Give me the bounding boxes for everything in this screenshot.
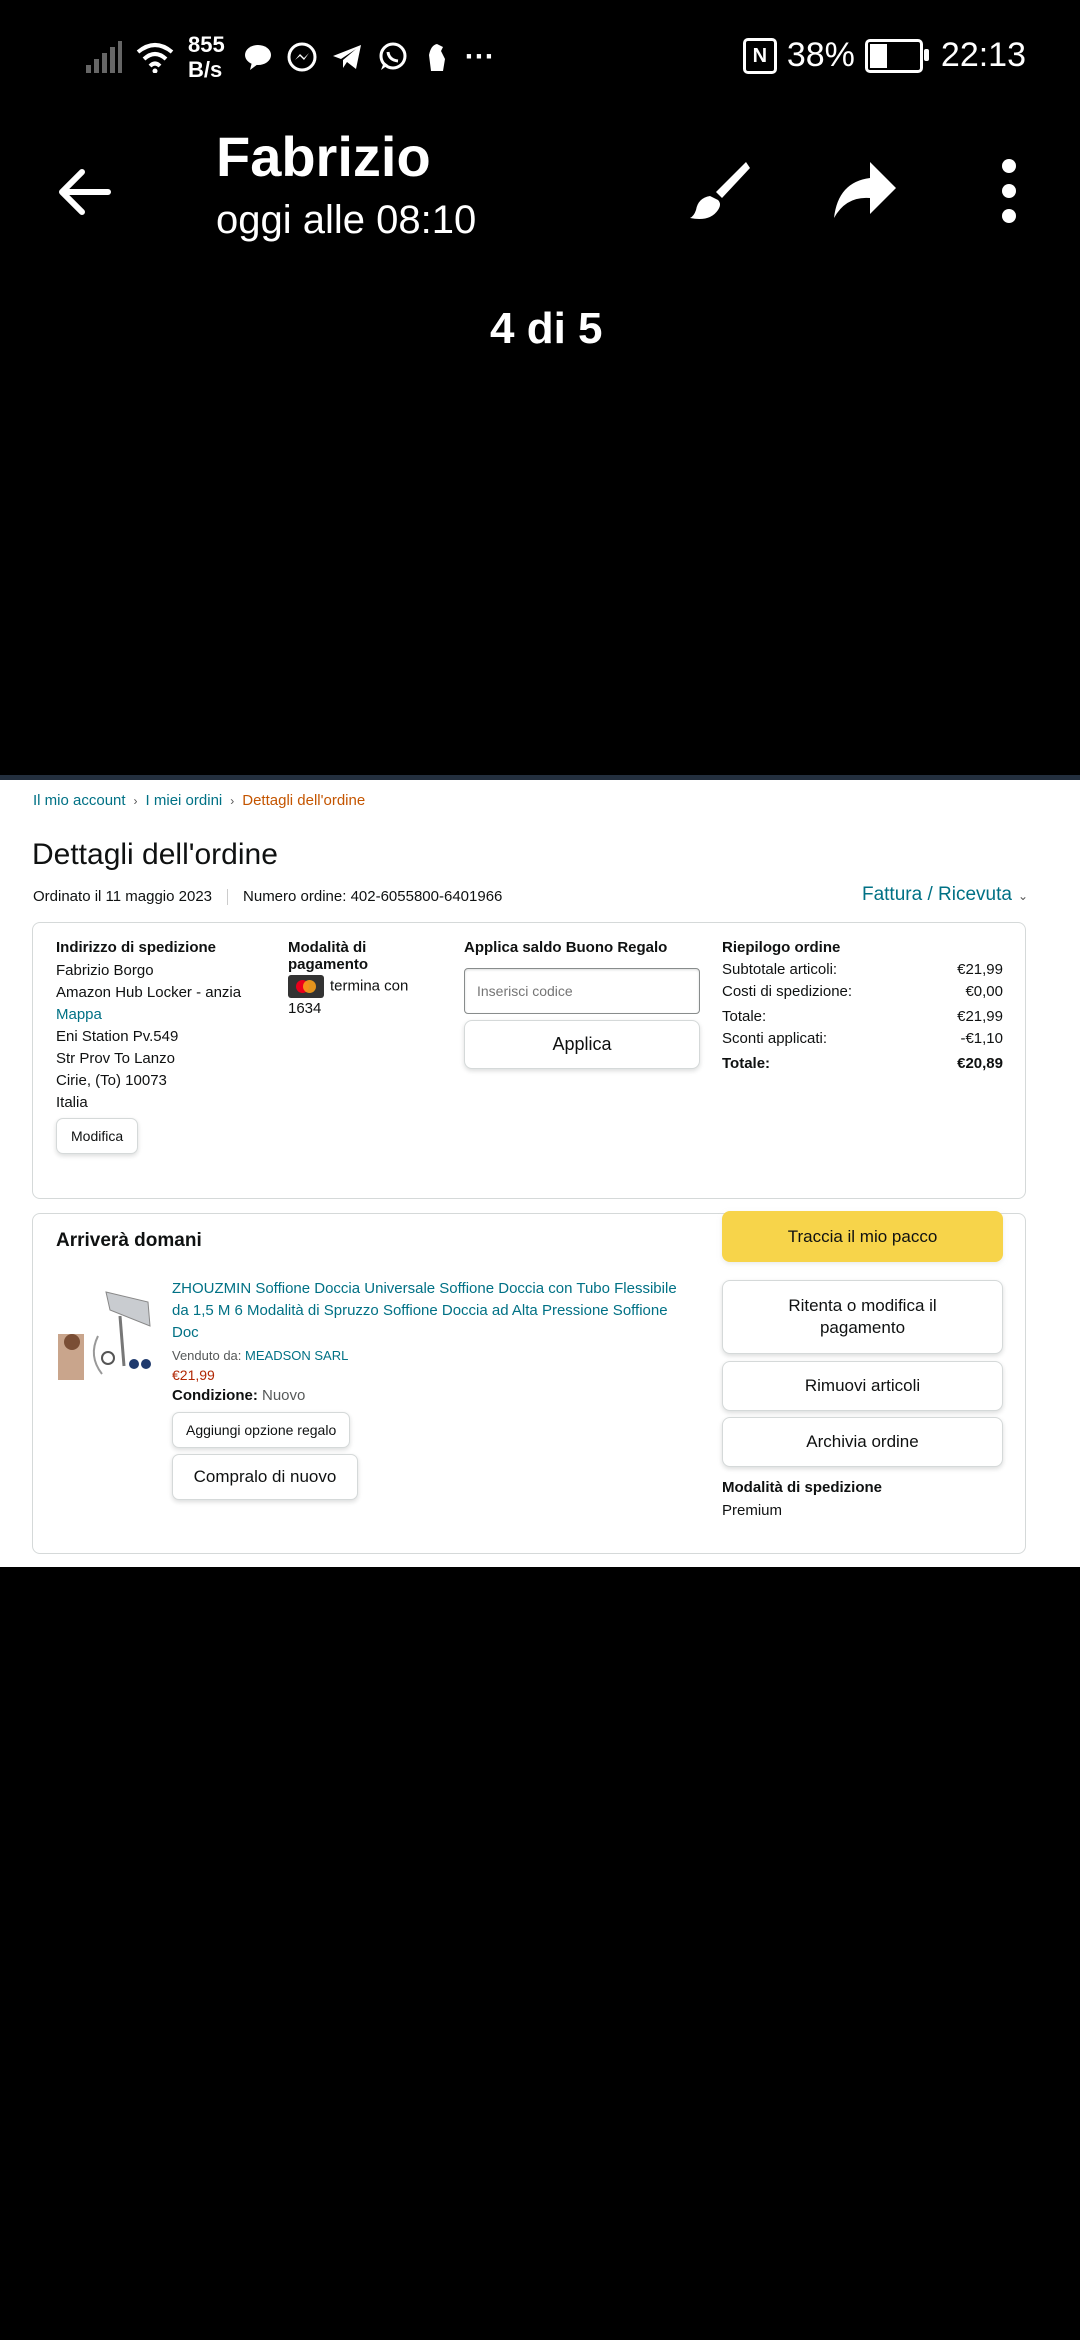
share-icon[interactable] [832, 160, 898, 220]
apply-gift-button[interactable]: Applica [464, 1020, 700, 1069]
summary-label: Subtotale articoli: [722, 961, 838, 978]
gift-card-section: Applica saldo Buono Regalo Applica [464, 939, 700, 1069]
shipping-line1: Eni Station Pv.549 [56, 1028, 179, 1045]
shipping-line3: Cirie, (To) 10073 [56, 1072, 167, 1089]
order-date: Ordinato il 11 maggio 2023 [33, 888, 213, 905]
chevron-down-icon: ⌄ [1017, 889, 1028, 903]
product-condition: Condizione: Nuovo [172, 1387, 692, 1404]
network-speed-value: 855 [188, 32, 225, 57]
breadcrumb-current: Dettagli dell'ordine [242, 792, 366, 809]
seller-link[interactable]: MEADSON SARL [245, 1348, 348, 1363]
summary-row-subtotal: Subtotale articoli: €21,99 [722, 959, 1003, 981]
summary-row-shipping: Costi di spedizione: €0,00 [722, 981, 1003, 1003]
summary-value: €21,99 [957, 961, 1003, 978]
invoice-link[interactable]: Fattura / Ricevuta ⌄ [862, 884, 1028, 906]
wifi-icon [136, 41, 174, 73]
arrival-heading: Arriverà domani [56, 1230, 202, 1251]
retry-payment-button[interactable]: Ritenta o modifica il pagamento [722, 1280, 1003, 1354]
order-meta: Ordinato il 11 maggio 2023 Numero ordine… [33, 888, 502, 905]
product-title-link[interactable]: ZHOUZMIN Soffione Doccia Universale Soff… [172, 1278, 692, 1344]
invoice-link-label: Fattura / Ricevuta [861, 884, 1012, 905]
notification-icon [423, 41, 451, 73]
order-summary-label: Riepilogo ordine [722, 939, 841, 956]
summary-label: Sconti applicati: [722, 1030, 828, 1047]
breadcrumb: Il mio account › I miei ordini › Dettagl… [33, 792, 365, 809]
product-price: €21,99 [172, 1367, 215, 1383]
shipping-address-label: Indirizzo di spedizione [56, 939, 217, 956]
network-speed-unit: B/s [188, 57, 223, 82]
nfc-icon: N [742, 37, 777, 74]
message-time: oggi alle 08:10 [216, 198, 477, 242]
summary-row-discount: Sconti applicati: -€1,10 [722, 1028, 1003, 1050]
shipping-country: Italia [56, 1094, 88, 1111]
shipping-mode-value: Premium [722, 1502, 783, 1519]
condition-value: Nuovo [262, 1387, 306, 1404]
telegram-icon [331, 42, 363, 72]
sold-by-label: Venduto da: [172, 1348, 242, 1363]
overflow-dots: ··· [464, 40, 495, 73]
battery-charging-icon [864, 38, 929, 73]
signal-icon [86, 41, 122, 73]
payment-method-label: Modalità di pagamento [288, 939, 369, 973]
brush-icon[interactable] [690, 158, 750, 222]
gift-code-input[interactable] [464, 968, 700, 1014]
order-info-box: Indirizzo di spedizione Fabrizio Borgo A… [32, 922, 1026, 1199]
order-number: Numero ordine: 402-6055800-6401966 [243, 888, 503, 905]
shipping-locker: Amazon Hub Locker - anzia [56, 984, 242, 1001]
breadcrumb-separator-icon: › [133, 793, 138, 808]
whatsapp-icon [377, 41, 409, 73]
shipping-mode: Modalità di spedizione Premium [722, 1479, 882, 1522]
viewer-app-bar: Fabrizio oggi alle 08:10 [0, 120, 1080, 260]
breadcrumb-separator-icon: › [230, 793, 235, 808]
breadcrumb-account[interactable]: Il mio account [33, 792, 126, 809]
order-summary: Riepilogo ordine Subtotale articoli: €21… [722, 939, 1003, 1075]
more-vert-icon[interactable] [994, 158, 1024, 224]
messenger-icon [287, 42, 317, 72]
summary-value: €0,00 [965, 983, 1003, 1000]
sold-by: Venduto da: MEADSON SARL [172, 1348, 692, 1363]
image-counter: 4 di 5 [490, 304, 603, 353]
map-link[interactable]: Mappa [56, 1004, 266, 1026]
mastercard-icon [288, 975, 324, 998]
page-title: Dettagli dell'ordine [32, 838, 278, 871]
condition-label: Condizione: [172, 1387, 258, 1404]
battery-fill [869, 43, 887, 68]
payment-method: Modalità di pagamento termina con 1634 [288, 939, 428, 1020]
sender-name: Fabrizio [216, 125, 431, 188]
battery-percent: 38% [786, 36, 855, 74]
shipping-name: Fabrizio Borgo [56, 962, 154, 979]
remove-items-button[interactable]: Rimuovi articoli [722, 1361, 1003, 1411]
meta-divider [227, 888, 229, 905]
gift-card-label: Applica saldo Buono Regalo [464, 939, 668, 956]
shipping-mode-label: Modalità di spedizione [722, 1479, 883, 1496]
summary-row-total: Totale: €21,99 [722, 1006, 1003, 1028]
product-image[interactable] [58, 1286, 158, 1380]
archive-order-button[interactable]: Archivia ordine [722, 1417, 1003, 1467]
track-package-button[interactable]: Traccia il mio pacco [722, 1211, 1003, 1262]
shipping-address: Indirizzo di spedizione Fabrizio Borgo A… [56, 939, 266, 1154]
product-info: ZHOUZMIN Soffione Doccia Universale Soff… [172, 1278, 692, 1500]
buy-again-button[interactable]: Compralo di nuovo [172, 1454, 358, 1500]
summary-value: €21,99 [957, 1008, 1003, 1025]
grand-total-value: €20,89 [957, 1055, 1003, 1072]
back-arrow-icon[interactable] [52, 160, 116, 224]
order-details-screenshot: Il mio account › I miei ordini › Dettagl… [0, 775, 1080, 1567]
edit-address-button[interactable]: Modifica [56, 1118, 139, 1154]
summary-row-grand-total: Totale: €20,89 [722, 1053, 1003, 1075]
grand-total-label: Totale: [722, 1055, 771, 1072]
summary-label: Totale: [722, 1008, 767, 1025]
network-speed: 855 B/s [188, 32, 225, 82]
summary-label: Costi di spedizione: [722, 983, 853, 1000]
shipment-box: Arriverà domani ZHOUZMIN Soffione Doccia… [32, 1211, 1026, 1554]
shipping-line2: Str Prov To Lanzo [56, 1050, 175, 1067]
clock: 22:13 [940, 36, 1026, 74]
status-bar: 855 B/s ··· N 38% 22:13 [0, 0, 1080, 120]
add-gift-option-button[interactable]: Aggiungi opzione regalo [172, 1412, 351, 1448]
breadcrumb-orders[interactable]: I miei ordini [146, 792, 223, 809]
summary-value: -€1,10 [960, 1030, 1003, 1047]
chat-bubble-icon [243, 42, 273, 72]
